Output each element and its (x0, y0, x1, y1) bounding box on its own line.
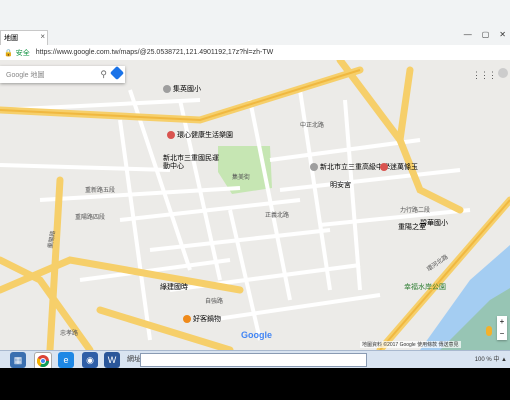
poi-health-park[interactable]: 環心健康生活樂園 (167, 130, 233, 140)
road-label: 自強路 (205, 299, 224, 305)
poi-hotpot[interactable]: 好客鍋物 (183, 314, 221, 324)
system-tray: 100 % 中 ▲ (474, 357, 507, 363)
browser-tab-strip: 地圖 × — ▢ ✕ (0, 0, 510, 46)
restaurant-icon (380, 163, 388, 171)
start-icon[interactable]: ▦ (10, 352, 26, 368)
minimize-button[interactable]: — (464, 30, 472, 39)
school-icon (310, 163, 318, 171)
food-icon (183, 315, 191, 323)
poi-room[interactable]: 重陽之室 (398, 222, 426, 232)
address-bar[interactable]: 🔒 安全 https://www.google.com.tw/maps/@25.… (0, 45, 510, 61)
road-label: 忠孝路 (60, 331, 79, 337)
zoom-control: + − (497, 316, 507, 340)
poi-sports-center[interactable]: 新北市三重國民運動中心 (163, 155, 223, 171)
zoom-in-button[interactable]: + (497, 316, 507, 328)
avatar[interactable] (498, 68, 508, 78)
url-text[interactable]: https://www.google.com.tw/maps/@25.05387… (36, 49, 274, 56)
lock-icon: 🔒 (4, 49, 13, 57)
apps-grid-icon[interactable]: ⋮⋮⋮ (472, 70, 497, 81)
taskbar-address-label: 網址 (127, 356, 141, 363)
zoom-out-button[interactable]: − (497, 328, 507, 340)
tab-close-icon[interactable]: × (40, 32, 45, 41)
close-window-button[interactable]: ✕ (499, 30, 506, 39)
map-canvas[interactable]: 集英國小 環心健康生活樂園 新北市三重國民運動中心 新北市立三重高級中學 迷萬條… (0, 60, 510, 350)
bottom-black-bar (0, 368, 510, 400)
poi-temple[interactable]: 明安宮 (330, 180, 351, 190)
place-icon (167, 131, 175, 139)
taskbar-address-input[interactable] (140, 353, 367, 367)
road-label: 力行路二段 (400, 208, 431, 214)
app-icon[interactable]: ◉ (82, 352, 98, 368)
screen: 地圖 × — ▢ ✕ 🔒 安全 https://www.google.com.t… (0, 0, 510, 400)
map-search-box[interactable]: Google 地圖 ⚲ (0, 65, 125, 83)
poi-riverside-park[interactable]: 幸福水岸公園 (404, 282, 446, 292)
road-label: 正義北路 (265, 213, 290, 219)
map-copyright: 地圖資料 ©2017 Google 使用條款 傳送意見 (360, 341, 461, 348)
pegman-icon[interactable] (486, 326, 492, 336)
taskbar: ▦ e ◉ W 網址 100 % 中 ▲ (0, 350, 510, 370)
window-controls: — ▢ ✕ (464, 30, 506, 39)
maximize-button[interactable]: ▢ (482, 30, 490, 39)
search-input[interactable]: Google 地圖 (6, 70, 45, 80)
poi-restaurant[interactable]: 迷萬條玉 (380, 162, 418, 172)
ie-icon[interactable]: e (58, 352, 74, 368)
directions-icon[interactable] (109, 65, 125, 81)
tab-maps[interactable]: 地圖 × (0, 30, 48, 45)
google-logo: Google (241, 330, 272, 340)
map-roads (0, 60, 510, 350)
search-icon[interactable]: ⚲ (100, 69, 107, 80)
poi-building[interactable]: 綠建國時 (160, 282, 188, 292)
tab-title: 地圖 (4, 35, 18, 42)
word-icon[interactable]: W (104, 352, 120, 368)
road-label: 重新路五段 (85, 188, 116, 194)
poi-high-school[interactable]: 新北市立三重高級中學 (310, 162, 390, 172)
school-icon (163, 85, 171, 93)
road-label: 集美街 (232, 175, 251, 181)
road-label: 重陽路四段 (75, 215, 106, 221)
poi-school[interactable]: 集英國小 (163, 84, 201, 94)
road-label: 中正北路 (300, 123, 325, 129)
secure-label: 安全 (15, 49, 30, 57)
